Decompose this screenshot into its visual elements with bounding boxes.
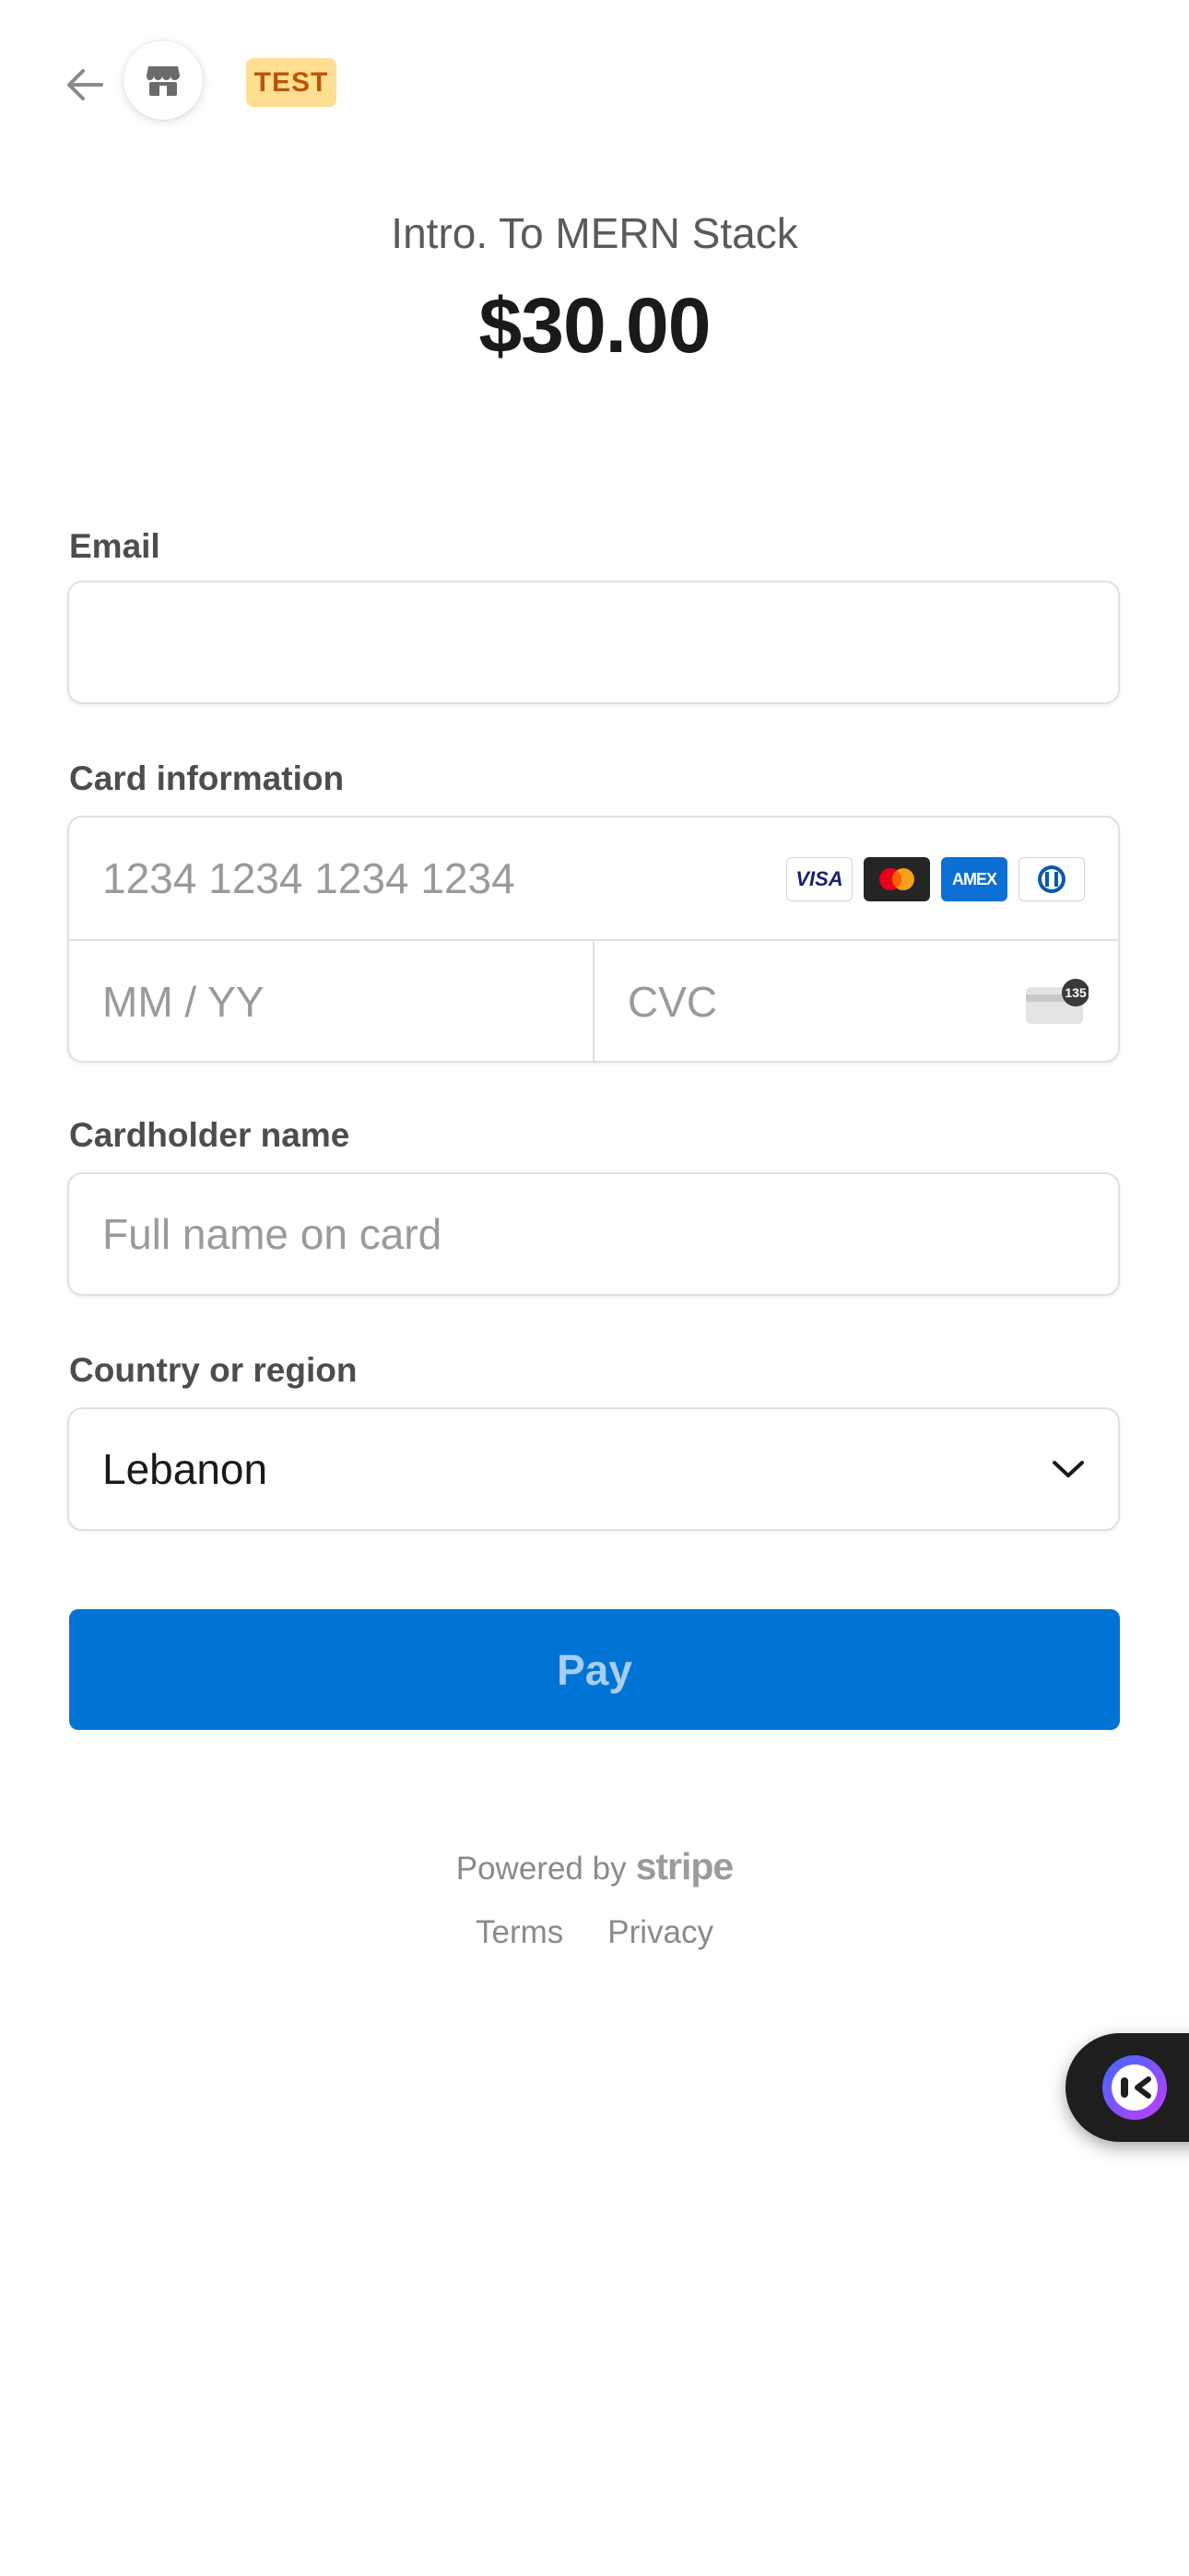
privacy-link[interactable]: Privacy [607, 1914, 713, 1951]
card-info-group: VISA AMEX [67, 816, 1120, 1063]
card-number-cell: VISA AMEX [69, 817, 1118, 941]
footer-links: Terms Privacy [0, 1914, 1189, 1951]
email-field-container [67, 581, 1120, 704]
terms-link[interactable]: Terms [476, 1914, 563, 1951]
floating-assistant-button[interactable] [1065, 2033, 1189, 2142]
email-field[interactable] [69, 582, 1118, 702]
card-brand-logos: VISA AMEX [786, 857, 1085, 901]
country-selected-value: Lebanon [102, 1445, 268, 1493]
country-select[interactable]: Lebanon [67, 1407, 1120, 1531]
cardholder-field-container [67, 1172, 1120, 1296]
expiry-cell [69, 941, 594, 1061]
cvc-hint-text: 135 [1065, 985, 1087, 1000]
test-mode-badge: TEST [246, 58, 336, 107]
cvc-card-icon: 135 [1026, 979, 1089, 1024]
powered-by-text: Powered by [455, 1851, 627, 1887]
product-name: Intro. To MERN Stack [391, 209, 798, 257]
back-button[interactable] [57, 57, 112, 112]
mastercard-icon [864, 857, 930, 901]
email-label: Email [69, 527, 160, 565]
storefront-icon [147, 66, 180, 96]
cvc-cell: 135 [594, 941, 1118, 1061]
chevron-down-icon [1052, 1459, 1085, 1479]
pay-button[interactable]: Pay [69, 1609, 1120, 1730]
card-info-label: Card information [69, 759, 345, 797]
powered-by-stripe[interactable]: Powered by stripe [0, 1845, 1189, 1888]
cardholder-label: Cardholder name [69, 1116, 350, 1154]
assistant-face-icon [1102, 2055, 1167, 2120]
amex-icon: AMEX [941, 857, 1007, 901]
country-label: Country or region [69, 1351, 358, 1389]
merchant-store-button[interactable] [124, 41, 203, 120]
arrow-left-icon [67, 69, 103, 100]
stripe-logo: stripe [635, 1845, 735, 1888]
expiry-input[interactable] [69, 941, 593, 1061]
visa-icon: VISA [786, 857, 853, 901]
price: $30.00 [478, 282, 712, 369]
diners-club-icon [1018, 857, 1085, 901]
cardholder-name-input[interactable] [69, 1174, 1118, 1294]
